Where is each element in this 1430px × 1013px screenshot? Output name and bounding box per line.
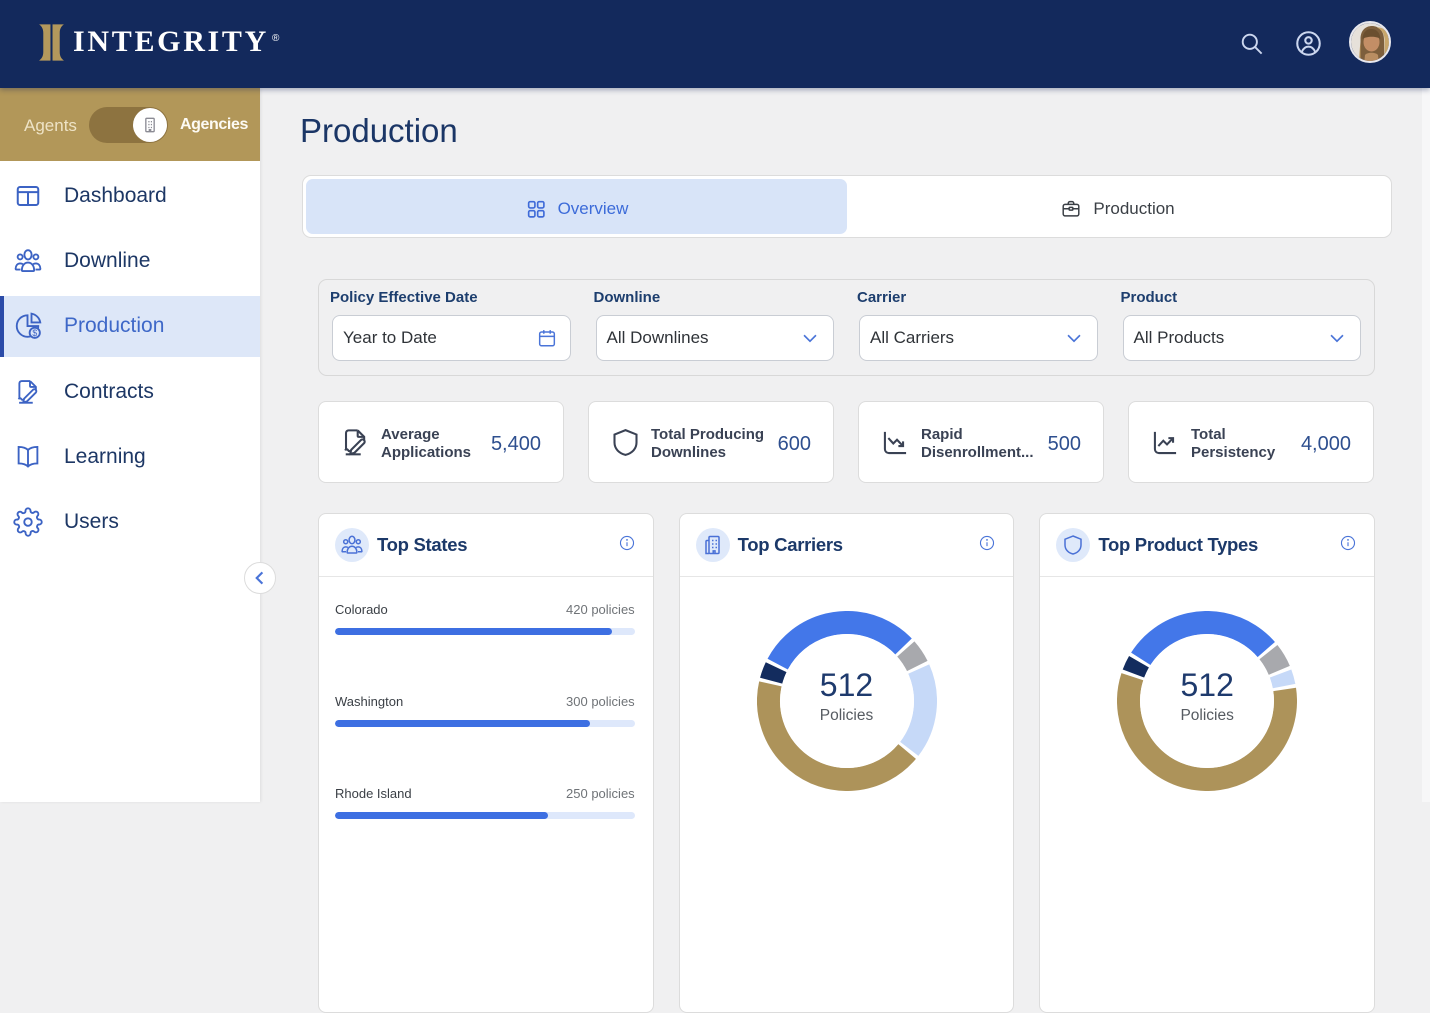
svg-text:$: $ [32, 328, 37, 338]
